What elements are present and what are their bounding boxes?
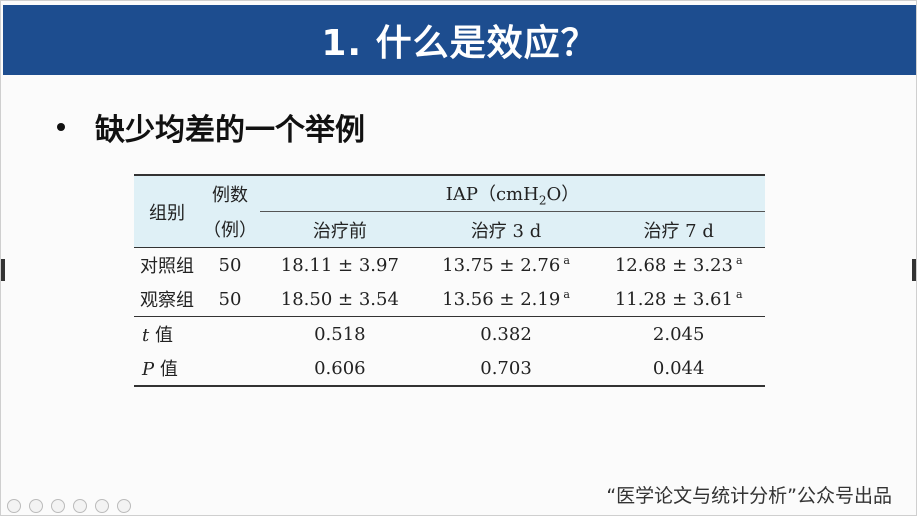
slide-frame: 1. 什么是效应？ 缺少均差的一个举例 组别 例数 IAP（cmH2O） （例）… [0,0,917,516]
stat-label-rest: 值 [154,359,178,380]
cell-before: 0.518 [260,316,420,351]
bullet-dot-icon [57,123,65,131]
cell-day7-value: 12.68 ± 3.23 [614,255,733,276]
stat-label-rest: 值 [149,325,173,346]
cell-day7-sup: a [735,254,743,267]
header-iap: IAP（cmH2O） [260,175,765,212]
cell-day3-value: 13.56 ± 2.19 [442,289,561,310]
header-count-line1: 例数 [200,175,260,212]
table-row: 对照组 50 18.11 ± 3.97 13.75 ± 2.76 a 12.68 … [134,247,765,282]
slideshow-controls [7,498,131,514]
cell-day3-sup: a [563,288,570,301]
cell-before: 0.606 [260,351,420,387]
cell-group: 对照组 [134,247,200,282]
header-iap-suffix: O） [546,183,580,205]
cell-before: 18.50 ± 3.54 [280,288,399,310]
cell-day3: 13.56 ± 2.19 a [420,282,593,317]
cell-day7: 11.28 ± 3.61 a [592,282,765,317]
cell-empty [200,316,260,351]
cell-day7: 12.68 ± 3.23 a [592,247,765,282]
pen-tool-icon[interactable] [51,499,65,513]
cell-day3: 0.382 [419,316,593,351]
header-count-line2: （例） [200,211,260,248]
header-before: 治疗前 [260,211,420,248]
cell-n: 50 [200,247,260,282]
header-day7: 治疗 7 d [592,211,765,248]
bullet-text: 缺少均差的一个举例 [95,113,365,148]
table-row-stat: t 值 0.518 0.382 2.045 [134,316,765,351]
next-slide-icon[interactable] [29,499,43,513]
header-day3: 治疗 3 d [419,211,593,248]
cell-day7: 2.045 [592,316,765,351]
table-row: 观察组 50 18.50 ± 3.54 13.56 ± 2.19 a 11.28 … [134,282,765,317]
table-row-stat: P 值 0.606 0.703 0.044 [134,351,765,387]
stat-var: P [142,359,155,380]
zoom-icon[interactable] [73,499,87,513]
left-edge-handle-icon[interactable] [1,259,5,281]
cell-day3: 0.703 [419,351,593,387]
cell-stat-label: P 值 [134,351,200,387]
right-edge-handle-icon[interactable] [912,259,916,281]
cell-before: 18.11 ± 3.97 [260,247,420,282]
menu-icon[interactable] [95,499,109,513]
footer-credit: “医学论文与统计分析”公众号出品 [606,485,892,507]
cell-n: 50 [218,288,242,310]
more-options-icon[interactable] [117,499,131,513]
cell-day7-value: 11.28 ± 3.61 [614,289,733,310]
cell-group: 观察组 [140,290,194,311]
cell-day3: 13.75 ± 2.76 a [419,247,593,282]
cell-empty [200,351,260,387]
bullet-item: 缺少均差的一个举例 [57,105,365,149]
cell-stat-label: t 值 [134,316,200,351]
prev-slide-icon[interactable] [7,499,21,513]
header-group: 组别 [134,175,200,248]
iap-table: 组别 例数 IAP（cmH2O） （例） 治疗前 治疗 3 d 治疗 7 d 对… [134,174,765,387]
cell-day7: 0.044 [592,351,765,387]
header-iap-prefix: IAP（cmH [445,183,539,205]
cell-day3-value: 13.75 ± 2.76 [442,255,561,276]
slide-title: 1. 什么是效应？ [321,23,598,64]
title-bar: 1. 什么是效应？ [3,5,916,75]
cell-day7-sup: a [735,288,743,301]
cell-day3-sup: a [563,254,570,267]
data-table-container: 组别 例数 IAP（cmH2O） （例） 治疗前 治疗 3 d 治疗 7 d 对… [134,174,765,387]
